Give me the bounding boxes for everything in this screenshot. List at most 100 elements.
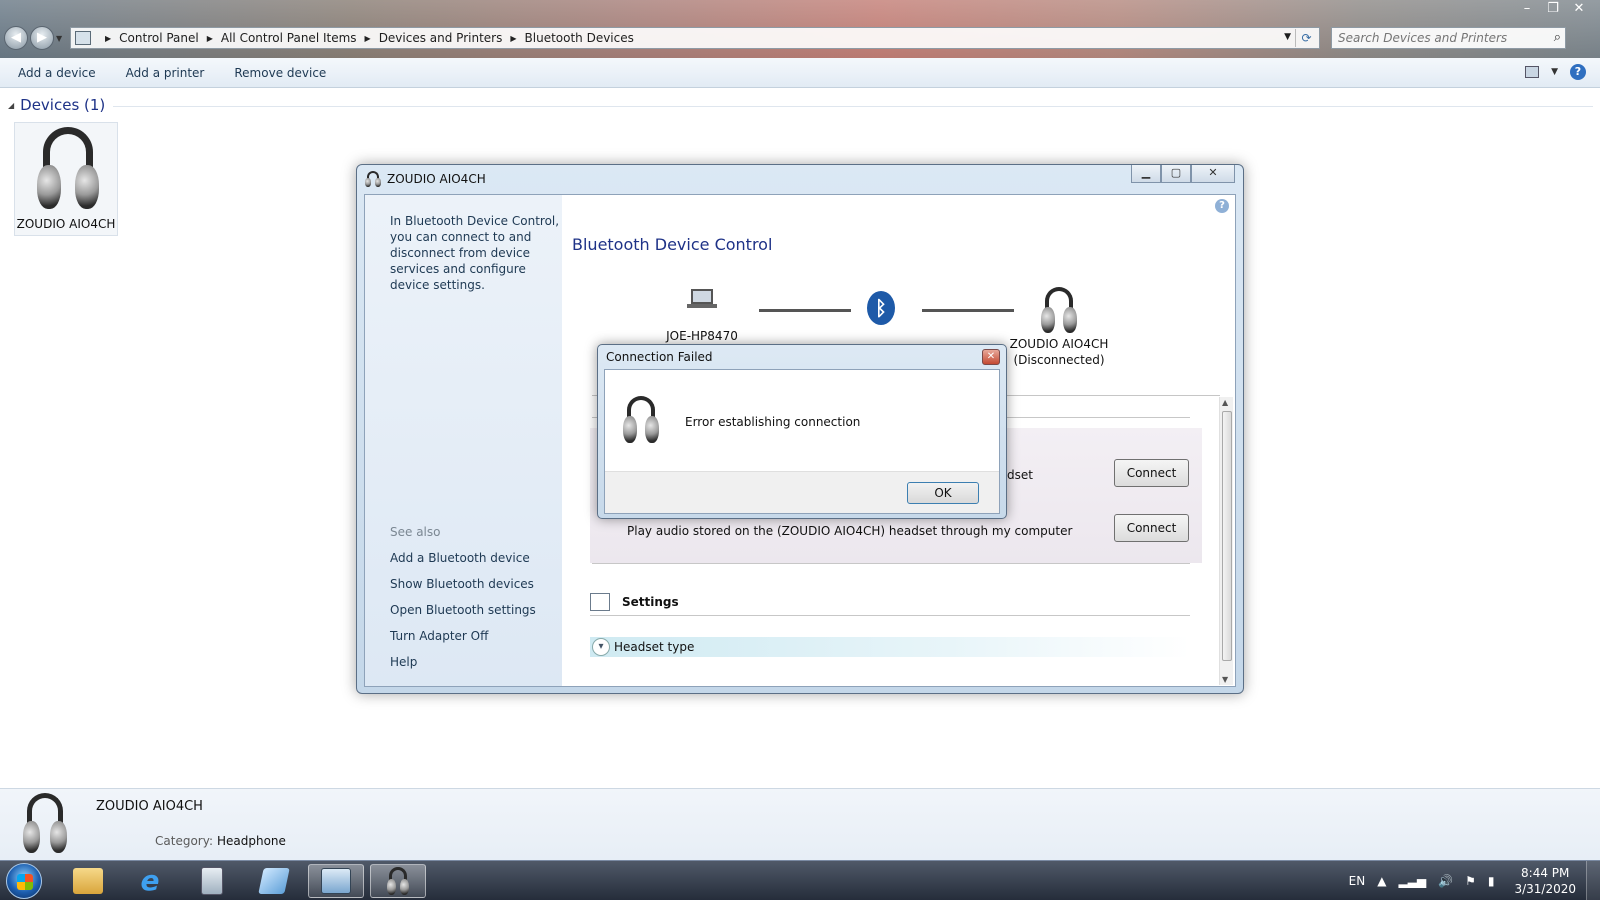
recent-pages-dropdown-icon[interactable]: ▼ (56, 34, 62, 50)
devices-group-title: Devices (1) (20, 96, 106, 114)
taskbar-explorer[interactable] (60, 864, 116, 898)
collapse-triangle-icon[interactable]: ◢ (8, 101, 14, 110)
category-label: Category: (155, 834, 213, 848)
dialog-title: Connection Failed (606, 350, 713, 364)
headphone-icon (20, 793, 70, 855)
show-desktop-button[interactable] (1586, 861, 1600, 900)
search-input[interactable] (1332, 28, 1532, 48)
link-add-bluetooth-device[interactable]: Add a Bluetooth device (390, 551, 530, 565)
ok-button[interactable]: OK (907, 482, 979, 504)
headphone-icon (365, 171, 381, 187)
taskbar-notes[interactable] (246, 864, 302, 898)
headphone-icon (386, 867, 410, 895)
taskbar-internet-explorer[interactable]: e (122, 864, 178, 898)
view-options-icon[interactable] (1525, 66, 1540, 78)
system-tray: EN ▲ ▂▃▅ 🔊 ⚑ ▮ 8:44 PM 3/31/2020 (1343, 861, 1600, 900)
forward-button[interactable]: ▶ (30, 26, 54, 50)
vertical-scrollbar[interactable]: ▲ ▼ (1219, 397, 1233, 685)
search-icon[interactable]: ⌕ (1554, 30, 1561, 45)
details-pane: ZOUDIO AIO4CH Category: Headphone (0, 788, 1600, 860)
folder-icon (73, 868, 103, 894)
service-2-text: Play audio stored on the (ZOUDIO AIO4CH)… (627, 524, 1073, 538)
headphone-icon (1039, 287, 1079, 333)
chevron-right-icon[interactable]: ▶ (105, 34, 111, 43)
link-turn-adapter-off[interactable]: Turn Adapter Off (390, 629, 488, 643)
taskbar-calculator[interactable] (184, 864, 240, 898)
scroll-down-icon[interactable]: ▼ (1222, 675, 1228, 684)
dialog-message: Error establishing connection (685, 415, 861, 429)
breadcrumb-control-panel[interactable]: Control Panel (119, 31, 199, 45)
address-bar[interactable]: ▶ Control Panel ▶ All Control Panel Items … (70, 27, 1320, 49)
battery-icon[interactable]: ▮ (1488, 874, 1495, 888)
taskbar: e EN ▲ ▂▃▅ 🔊 ⚑ ▮ 8:44 PM 3/31/2020 (0, 860, 1600, 900)
add-printer-button[interactable]: Add a printer (126, 66, 205, 80)
link-show-bluetooth-devices[interactable]: Show Bluetooth devices (390, 577, 534, 591)
back-button[interactable]: ◀ (4, 26, 28, 50)
scroll-thumb[interactable] (1222, 411, 1232, 661)
group-divider (113, 105, 1593, 107)
headset-type-label: Headset type (614, 640, 695, 654)
action-center-flag-icon[interactable]: ⚑ (1465, 874, 1476, 888)
task-pane: In Bluetooth Device Control, you can con… (365, 195, 562, 686)
control-panel-icon (321, 868, 351, 894)
minimize-button[interactable]: ▁ (1131, 165, 1161, 183)
device-name: ZOUDIO AIO4CH (1009, 337, 1109, 351)
category-value: Headphone (216, 834, 286, 848)
minimize-button[interactable]: – (1514, 0, 1540, 18)
help-icon[interactable]: ? (1570, 64, 1586, 80)
settings-list-icon (590, 593, 610, 611)
connection-failed-dialog: Connection Failed ✕ Error establishing c… (597, 344, 1007, 519)
breadcrumb-bluetooth-devices[interactable]: Bluetooth Devices (525, 31, 634, 45)
close-button[interactable]: ✕ (1191, 165, 1235, 183)
connect-button-1[interactable]: Connect (1114, 459, 1189, 487)
help-icon[interactable]: ? (1215, 199, 1229, 213)
headphone-icon (621, 396, 661, 444)
maximize-button[interactable]: ▢ (1161, 165, 1191, 183)
chevron-right-icon[interactable]: ▶ (207, 34, 213, 43)
notepad-icon (258, 868, 290, 894)
taskbar-control-panel[interactable] (308, 864, 364, 898)
refresh-icon[interactable]: ⟳ (1295, 29, 1317, 47)
scroll-up-icon[interactable]: ▲ (1222, 398, 1228, 407)
taskbar-bluetooth-control[interactable] (370, 864, 426, 898)
close-button[interactable]: ✕ (1566, 0, 1592, 18)
dialog-close-button[interactable]: ✕ (982, 349, 1000, 365)
chevron-right-icon[interactable]: ▶ (510, 34, 516, 43)
search-box[interactable]: ⌕ (1331, 27, 1566, 49)
settings-title: Settings (622, 595, 679, 609)
page-heading: Bluetooth Device Control (572, 235, 773, 254)
volume-icon[interactable]: 🔊 (1438, 874, 1453, 888)
control-panel-icon (75, 31, 91, 45)
link-help[interactable]: Help (390, 655, 417, 669)
laptop-icon (687, 289, 717, 311)
windows-logo-icon (17, 874, 33, 890)
language-indicator[interactable]: EN (1349, 874, 1366, 888)
add-device-button[interactable]: Add a device (18, 66, 96, 80)
see-also-heading: See also (390, 525, 441, 539)
link-open-bluetooth-settings[interactable]: Open Bluetooth settings (390, 603, 536, 617)
details-device-name: ZOUDIO AIO4CH (96, 799, 203, 814)
network-icon[interactable]: ▂▃▅ (1398, 874, 1426, 888)
clock[interactable]: 8:44 PM 3/31/2020 (1514, 865, 1576, 897)
remove-device-button[interactable]: Remove device (234, 66, 326, 80)
view-dropdown-icon[interactable]: ▼ (1551, 67, 1558, 77)
show-hidden-icons[interactable]: ▲ (1377, 874, 1386, 888)
connector-line (922, 309, 1014, 312)
headset-type-expander[interactable]: ▾ Headset type (590, 637, 1190, 657)
bluetooth-icon: ᛒ (867, 291, 895, 325)
chevron-right-icon[interactable]: ▶ (365, 34, 371, 43)
start-button[interactable] (6, 863, 42, 899)
device-label: ZOUDIO AIO4CH (16, 217, 116, 231)
address-dropdown-icon[interactable]: ▼ (1284, 32, 1291, 42)
connect-button-2[interactable]: Connect (1114, 514, 1189, 542)
device-tile-zoudio[interactable]: ZOUDIO AIO4CH (14, 122, 118, 236)
headphone-icon (33, 127, 103, 213)
details-category: Category: Headphone (155, 834, 286, 848)
dialog-body: Error establishing connection OK (604, 369, 1000, 514)
breadcrumb-devices-printers[interactable]: Devices and Printers (379, 31, 503, 45)
breadcrumb-all-items[interactable]: All Control Panel Items (221, 31, 357, 45)
window-controls: ▁ ▢ ✕ (1131, 165, 1235, 183)
devices-group-header[interactable]: ◢ Devices (1) (8, 96, 1593, 114)
chevron-down-icon[interactable]: ▾ (592, 638, 610, 656)
restore-button[interactable]: ❐ (1540, 0, 1566, 18)
